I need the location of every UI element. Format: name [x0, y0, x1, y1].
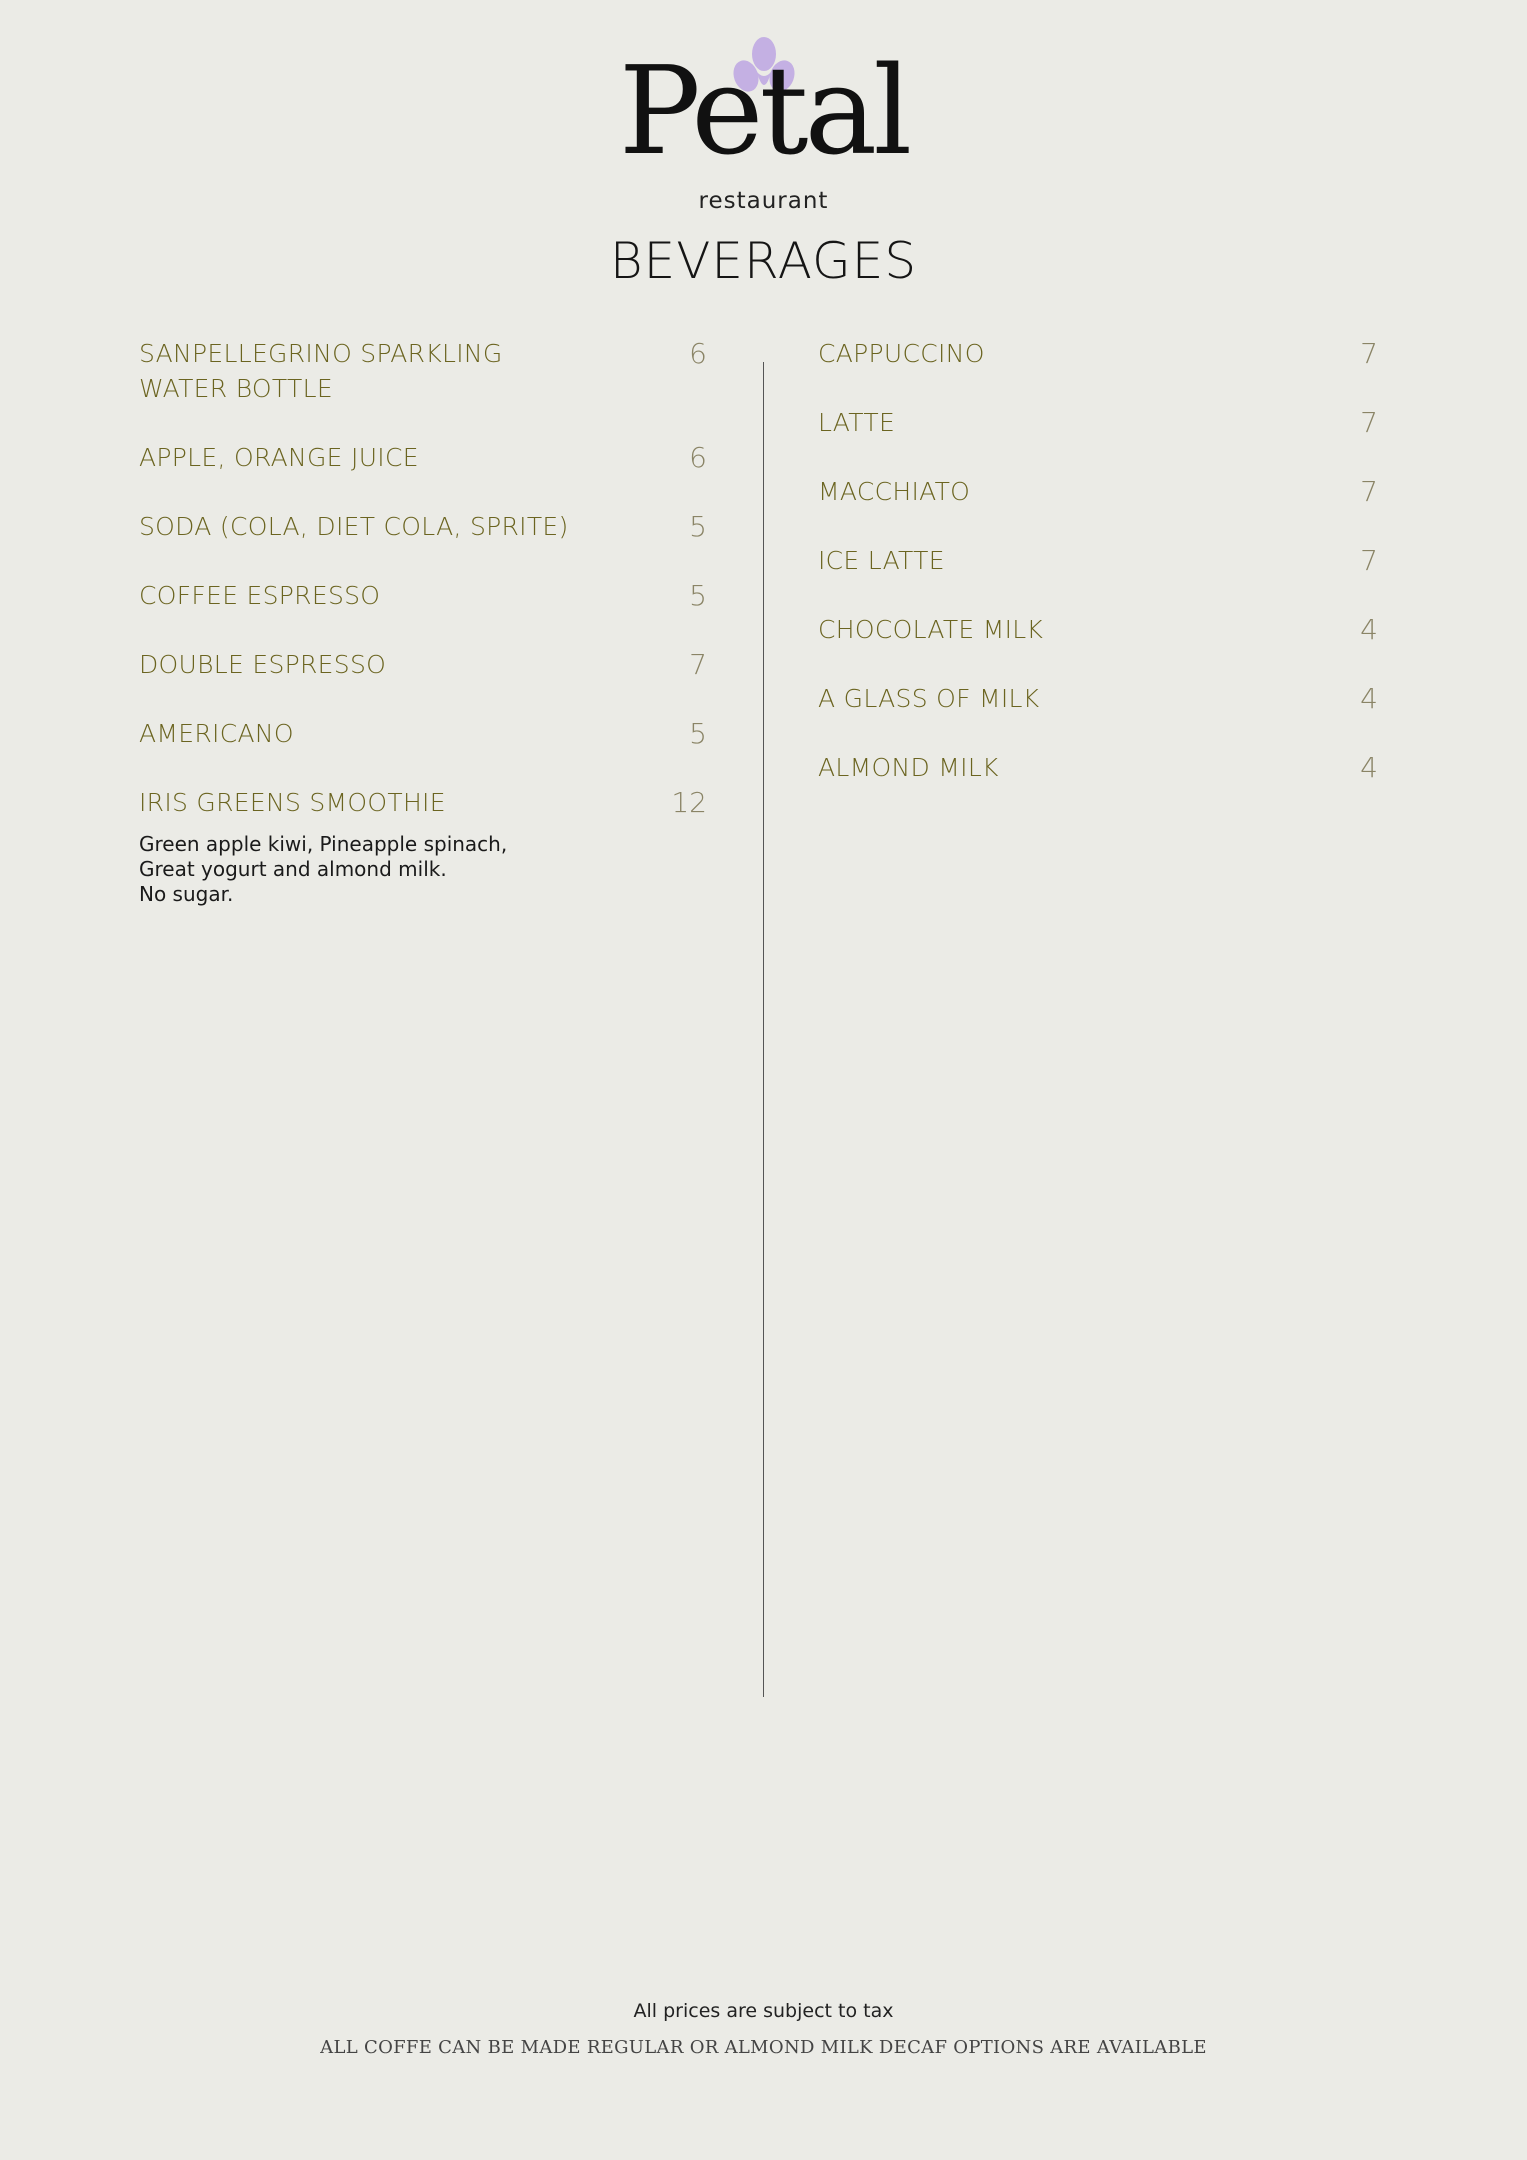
menu-item: COFFEE ESPRESSO 5 [139, 578, 707, 613]
menu-item-price: 6 [689, 337, 707, 370]
menu-item-price: 7 [1360, 544, 1378, 577]
menu-item-name: DOUBLE ESPRESSO [139, 650, 387, 679]
menu-item: LATTE 7 [818, 405, 1378, 440]
menu-item: ICE LATTE 7 [818, 543, 1378, 578]
menu-item-price: 4 [1360, 613, 1378, 646]
menu-item-name: IRIS GREENS SMOOTHIE [139, 788, 446, 817]
menu-item-name: MACCHIATO [818, 477, 971, 506]
tax-note: All prices are subject to tax [633, 2000, 894, 2022]
menu-item-name: CHOCOLATE MILK [818, 615, 1044, 644]
coffee-options-note: ALL COFFE CAN BE MADE REGULAR OR ALMOND … [320, 2037, 1207, 2058]
logo-subtext: restaurant [698, 188, 829, 214]
column-divider [763, 362, 764, 1697]
menu-item: CHOCOLATE MILK 4 [818, 612, 1378, 647]
menu-item: A GLASS OF MILK 4 [818, 681, 1378, 716]
menu-item-name: APPLE, ORANGE JUICE [139, 443, 419, 472]
menu-item: SODA (COLA, DIET COLA, SPRITE) 5 [139, 509, 707, 544]
menu-item-price: 7 [689, 648, 707, 681]
menu-item-price: 7 [1360, 337, 1378, 370]
menu-item-name: LATTE [818, 408, 896, 437]
logo-wordmark: Petal [618, 40, 913, 182]
menu-item-price: 5 [689, 717, 707, 750]
menu-item-name: AMERICANO [139, 719, 294, 748]
menu-item: ALMOND MILK 4 [818, 750, 1378, 785]
menu-item: AMERICANO 5 [139, 716, 707, 751]
menu-item-name: A GLASS OF MILK [818, 684, 1040, 713]
page-title: BEVERAGES [609, 232, 918, 290]
menu-item-price: 7 [1360, 475, 1378, 508]
menu-item-name: ICE LATTE [818, 546, 945, 575]
description-line: Green apple kiwi, Pineapple spinach, [139, 832, 508, 856]
menu-item-price: 12 [671, 786, 707, 819]
menu-item-name: ALMOND MILK [818, 753, 999, 782]
menu-item-price: 5 [689, 510, 707, 543]
description-line: Great yogurt and almond milk. [139, 857, 447, 881]
menu-item-name: SANPELLEGRINO SPARKLING WATER BOTTLE [139, 339, 503, 403]
menu-item: SANPELLEGRINO SPARKLING WATER BOTTLE 6 [139, 336, 707, 406]
menu-item-description: Green apple kiwi, Pineapple spinach, Gre… [139, 832, 707, 907]
menu-column-right: CAPPUCCINO 7 LATTE 7 MACCHIATO 7 ICE LAT… [818, 336, 1378, 819]
menu-item-price: 5 [689, 579, 707, 612]
menu-item: APPLE, ORANGE JUICE 6 [139, 440, 707, 475]
menu-item: IRIS GREENS SMOOTHIE 12 [139, 785, 707, 820]
menu-item-price: 6 [689, 441, 707, 474]
menu-item-name: CAPPUCCINO [818, 339, 985, 368]
menu-item-price: 4 [1360, 751, 1378, 784]
menu-item-price: 7 [1360, 406, 1378, 439]
menu-item-name: COFFEE ESPRESSO [139, 581, 381, 610]
menu-item: DOUBLE ESPRESSO 7 [139, 647, 707, 682]
menu-column-left: SANPELLEGRINO SPARKLING WATER BOTTLE 6 A… [139, 336, 707, 907]
menu-item: CAPPUCCINO 7 [818, 336, 1378, 371]
menu-item-price: 4 [1360, 682, 1378, 715]
menu-item: MACCHIATO 7 [818, 474, 1378, 509]
description-line: No sugar. [139, 882, 234, 906]
menu-item-name: SODA (COLA, DIET COLA, SPRITE) [139, 512, 569, 541]
